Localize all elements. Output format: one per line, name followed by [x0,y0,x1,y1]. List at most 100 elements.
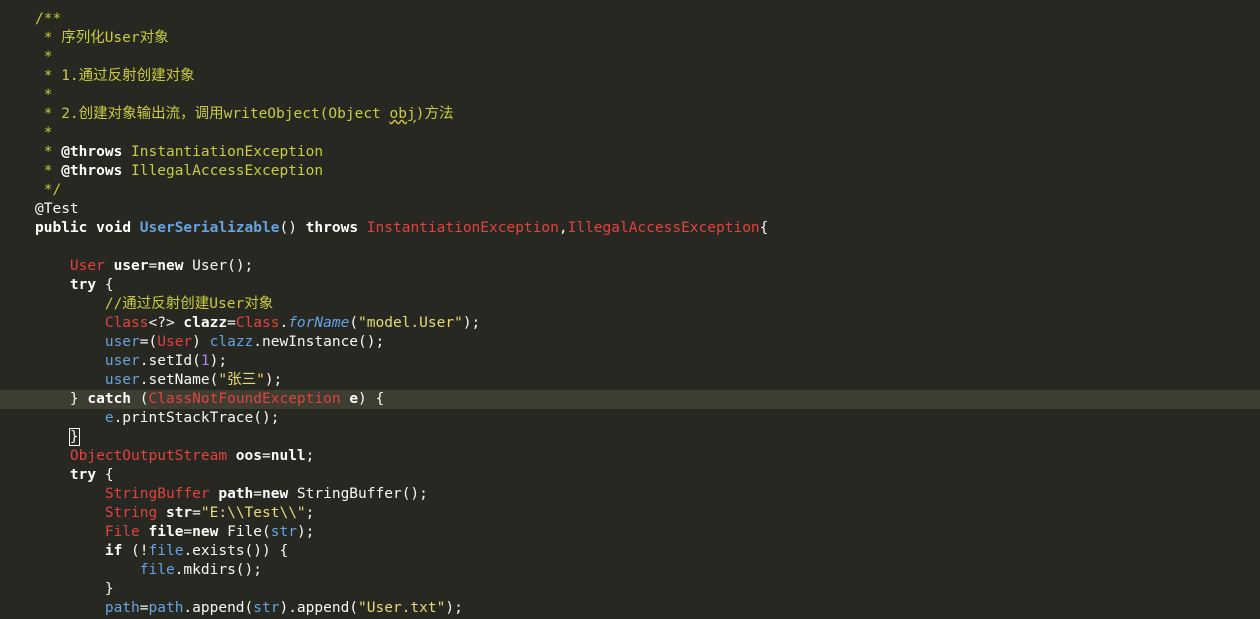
code-line[interactable]: @Test [0,200,1260,219]
code-token: .printStackTrace(); [113,410,280,426]
code-token: } [35,581,114,597]
code-line[interactable]: * [0,86,1260,105]
code-token: InstantiationException [122,144,324,160]
code-editor[interactable]: /** * 序列化User对象 * * 1.通过反射创建对象 * * 2.创建对… [0,0,1260,619]
code-token: = [183,524,193,540]
code-line[interactable]: * 1.通过反射创建对象 [0,67,1260,86]
code-token: ); [462,315,481,331]
code-token: "User.txt" [358,600,446,616]
code-token: * 1.通过反射创建对象 [35,68,195,84]
code-line[interactable] [0,238,1260,257]
code-text: user.setId(1); [35,352,227,371]
code-token: user [104,334,140,350]
code-token: ) [192,334,210,350]
code-line[interactable]: if (!file.exists()) { [0,542,1260,561]
code-token: . [279,315,289,331]
code-token: * [35,49,53,65]
code-line[interactable]: * [0,48,1260,67]
code-text: } catch (ClassNotFoundException e) { [35,390,384,409]
code-line[interactable]: * @throws IllegalAccessException [0,162,1260,181]
code-token: Class [104,315,149,331]
code-token: = [262,448,271,464]
code-text: //通过反射创建User对象 [35,295,273,314]
code-line[interactable]: * 2.创建对象输出流，调用writeObject(Object obj)方法 [0,105,1260,124]
code-token: /** [35,11,62,27]
code-token: { [96,277,114,293]
code-line[interactable]: public void UserSerializable() throws In… [0,219,1260,238]
code-token: 1 [200,353,210,369]
code-line[interactable]: file.mkdirs(); [0,561,1260,580]
code-line[interactable]: e.printStackTrace(); [0,409,1260,428]
code-token: * [35,144,62,160]
code-line[interactable]: Class<?> clazz=Class.forName("model.User… [0,314,1260,333]
code-token: "E:\\Test\\" [200,505,306,521]
code-token: @throws [61,163,123,179]
code-token: throws [305,220,359,236]
code-token: , [558,220,568,236]
code-line[interactable]: user.setName("张三"); [0,371,1260,390]
code-token: Class [235,315,280,331]
code-token: = [192,505,201,521]
code-token: try [69,277,97,293]
code-token: file [148,524,184,540]
code-token: ( [131,391,149,407]
code-line[interactable]: user=(User) clazz.newInstance(); [0,333,1260,352]
code-line[interactable]: ObjectOutputStream oos=null; [0,447,1260,466]
code-line[interactable]: * [0,124,1260,143]
code-line[interactable]: * 序列化User对象 [0,29,1260,48]
code-token: catch [87,391,132,407]
code-token: * [35,125,53,141]
code-line[interactable]: try { [0,466,1260,485]
code-token: <?> [148,315,184,331]
code-token: .newInstance(); [253,334,385,350]
code-token: forName [288,315,350,331]
code-token: ).append( [279,600,359,616]
code-token: ; [305,505,315,521]
code-token: public [35,220,88,236]
code-text: @Test [35,200,79,219]
code-token: = [227,315,236,331]
code-token: file [139,562,175,578]
code-line[interactable]: StringBuffer path=new StringBuffer(); [0,485,1260,504]
code-line[interactable]: * @throws InstantiationException [0,143,1260,162]
code-line[interactable]: */ [0,181,1260,200]
code-token: User(); [183,258,254,274]
code-line-current[interactable]: } catch (ClassNotFoundException e) { [0,390,1260,409]
code-text: /** [35,10,61,29]
code-line[interactable]: } [0,580,1260,599]
code-line[interactable]: try { [0,276,1260,295]
code-token: ClassNotFoundException [148,391,341,407]
code-token: new [157,258,184,274]
code-token: user [104,353,140,369]
code-text: * [35,124,53,143]
code-line[interactable]: path=path.append(str).append("User.txt")… [0,599,1260,618]
code-line[interactable]: String str="E:\\Test\\"; [0,504,1260,523]
code-line[interactable]: File file=new File(str); [0,523,1260,542]
code-token: { [96,467,114,483]
code-text: if (!file.exists()) { [35,542,288,561]
code-line[interactable]: user.setId(1); [0,352,1260,371]
code-token: .setId( [139,353,201,369]
code-line[interactable]: } [0,428,1260,447]
code-line[interactable]: /** [0,10,1260,29]
code-token: * 序列化User对象 [35,30,169,46]
code-token: * [35,163,62,179]
code-line[interactable]: //通过反射创建User对象 [0,295,1260,314]
code-token: .mkdirs(); [174,562,262,578]
code-text: * [35,48,53,67]
code-token: ObjectOutputStream [69,448,228,464]
code-line[interactable]: User user=new User(); [0,257,1260,276]
